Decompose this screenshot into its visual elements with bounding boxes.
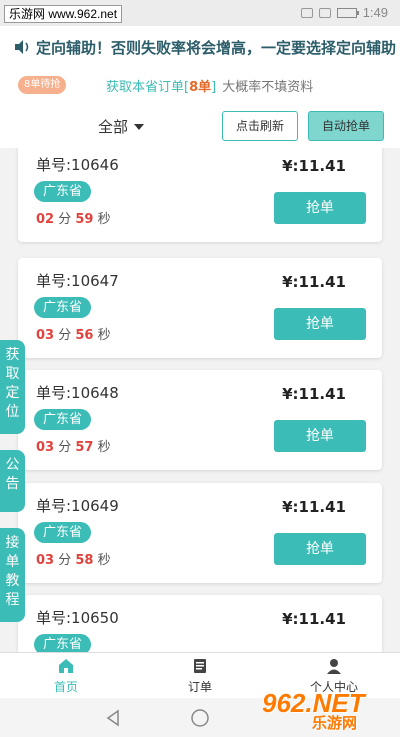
get-location-tab[interactable]: 获取定位	[0, 340, 25, 434]
countdown-seconds: 58	[75, 553, 94, 568]
minute-unit: 分	[58, 553, 72, 568]
second-unit: 秒	[97, 440, 111, 455]
countdown: 03 分 58 秒	[36, 549, 111, 568]
countdown: 02 分 59 秒	[36, 208, 111, 227]
order-price: ¥:11.41	[282, 273, 346, 291]
order-number: 单号:10647	[36, 272, 119, 290]
order-card: 单号:10649 广东省 03 分 58 秒 ¥:11.41 抢单	[18, 483, 382, 583]
countdown: 03 分 56 秒	[36, 324, 111, 343]
status-time: 1:49	[362, 5, 388, 20]
refresh-button[interactable]: 点击刷新	[222, 111, 298, 141]
region-filter-dropdown[interactable]: 全部	[98, 116, 145, 137]
grab-order-button[interactable]: 抢单	[274, 533, 366, 565]
second-unit: 秒	[97, 328, 111, 343]
mute-icon	[300, 7, 313, 18]
site-watermark: 乐游网 www.962.net	[4, 5, 123, 23]
countdown-minutes: 03	[36, 553, 55, 568]
notice-text: 定向辅助！否则失败率将会增高，一定要选择定向辅助	[36, 39, 397, 57]
countdown: 03 分 57 秒	[36, 436, 111, 455]
info-count: 8单	[189, 80, 212, 95]
home-icon	[59, 659, 73, 673]
info-bar: 8单待抢 获取本省订单[8单] 大概率不填资料	[0, 68, 400, 104]
tab-orders-label: 订单	[187, 680, 212, 694]
battery-icon	[336, 7, 359, 18]
order-card: 单号:10647 广东省 03 分 56 秒 ¥:11.41 抢单	[18, 258, 382, 358]
order-number: 单号:10646	[36, 156, 119, 174]
order-price: ¥:11.41	[282, 157, 346, 175]
tab-home[interactable]: 首页	[26, 657, 106, 695]
countdown-minutes: 03	[36, 440, 55, 455]
speaker-icon	[15, 40, 29, 54]
user-icon	[327, 659, 341, 674]
province-order-info: 获取本省订单[8单] 大概率不填资料	[106, 76, 313, 95]
status-icons: 1:49	[300, 5, 388, 20]
auto-grab-button[interactable]: 自动抢单	[308, 111, 384, 141]
back-icon[interactable]	[104, 709, 122, 727]
info-tip: 大概率不填资料	[222, 80, 314, 95]
province-tag: 广东省	[34, 181, 92, 202]
order-price: ¥:11.41	[282, 385, 346, 403]
order-card: 单号:10650 广东省 ¥:11.41	[18, 595, 382, 652]
countdown-seconds: 56	[75, 328, 94, 343]
caret-down-icon	[134, 123, 145, 130]
order-number: 单号:10649	[36, 497, 119, 515]
orders-icon	[194, 659, 206, 673]
countdown-seconds: 59	[75, 212, 94, 227]
tab-home-label: 首页	[53, 680, 78, 694]
order-card: 单号:10646 广东省 02 分 59 秒 ¥:11.41 抢单	[18, 148, 382, 242]
second-unit: 秒	[97, 553, 111, 568]
region-filter-label: 全部	[98, 118, 129, 136]
order-list: 单号:10646 广东省 02 分 59 秒 ¥:11.41 抢单 单号:106…	[0, 148, 400, 652]
order-number: 单号:10648	[36, 384, 119, 402]
province-tag: 广东省	[34, 297, 92, 318]
province-tag: 广东省	[34, 409, 92, 430]
countdown-minutes: 03	[36, 328, 55, 343]
order-price: ¥:11.41	[282, 498, 346, 516]
minute-unit: 分	[58, 328, 72, 343]
tutorial-label: 接单教程	[5, 535, 20, 608]
tab-orders[interactable]: 订单	[160, 657, 240, 695]
minute-unit: 分	[58, 440, 72, 455]
countdown-seconds: 57	[75, 440, 94, 455]
get-location-label: 获取定位	[5, 347, 20, 420]
announcement-label: 公告	[5, 457, 20, 492]
order-card: 单号:10648 广东省 03 分 57 秒 ¥:11.41 抢单	[18, 370, 382, 470]
pending-badge: 8单待抢	[18, 76, 67, 94]
logo-sub: 乐游网	[312, 714, 358, 732]
info-suffix: ]	[211, 80, 217, 95]
home-circle-icon[interactable]	[190, 708, 210, 728]
tutorial-tab[interactable]: 接单教程	[0, 528, 25, 622]
province-tag: 广东省	[34, 522, 92, 543]
minute-unit: 分	[58, 212, 72, 227]
notice-marquee: 定向辅助！否则失败率将会增高，一定要选择定向辅助	[0, 26, 400, 68]
province-tag: 广东省	[34, 634, 92, 652]
grab-order-button[interactable]: 抢单	[274, 192, 366, 224]
announcement-tab[interactable]: 公告	[0, 450, 25, 512]
filter-bar: 全部 点击刷新 自动抢单	[0, 104, 400, 148]
grab-order-button[interactable]: 抢单	[274, 308, 366, 340]
grab-order-button[interactable]: 抢单	[274, 420, 366, 452]
info-prefix: 获取本省订单[	[106, 80, 190, 95]
countdown-minutes: 02	[36, 212, 55, 227]
status-bar: 乐游网 www.962.net 1:49	[0, 0, 400, 26]
sim-icon	[318, 7, 331, 18]
order-price: ¥:11.41	[282, 610, 346, 628]
second-unit: 秒	[97, 212, 111, 227]
order-number: 单号:10650	[36, 609, 119, 627]
site-logo: 962.NET 乐游网	[262, 688, 392, 734]
